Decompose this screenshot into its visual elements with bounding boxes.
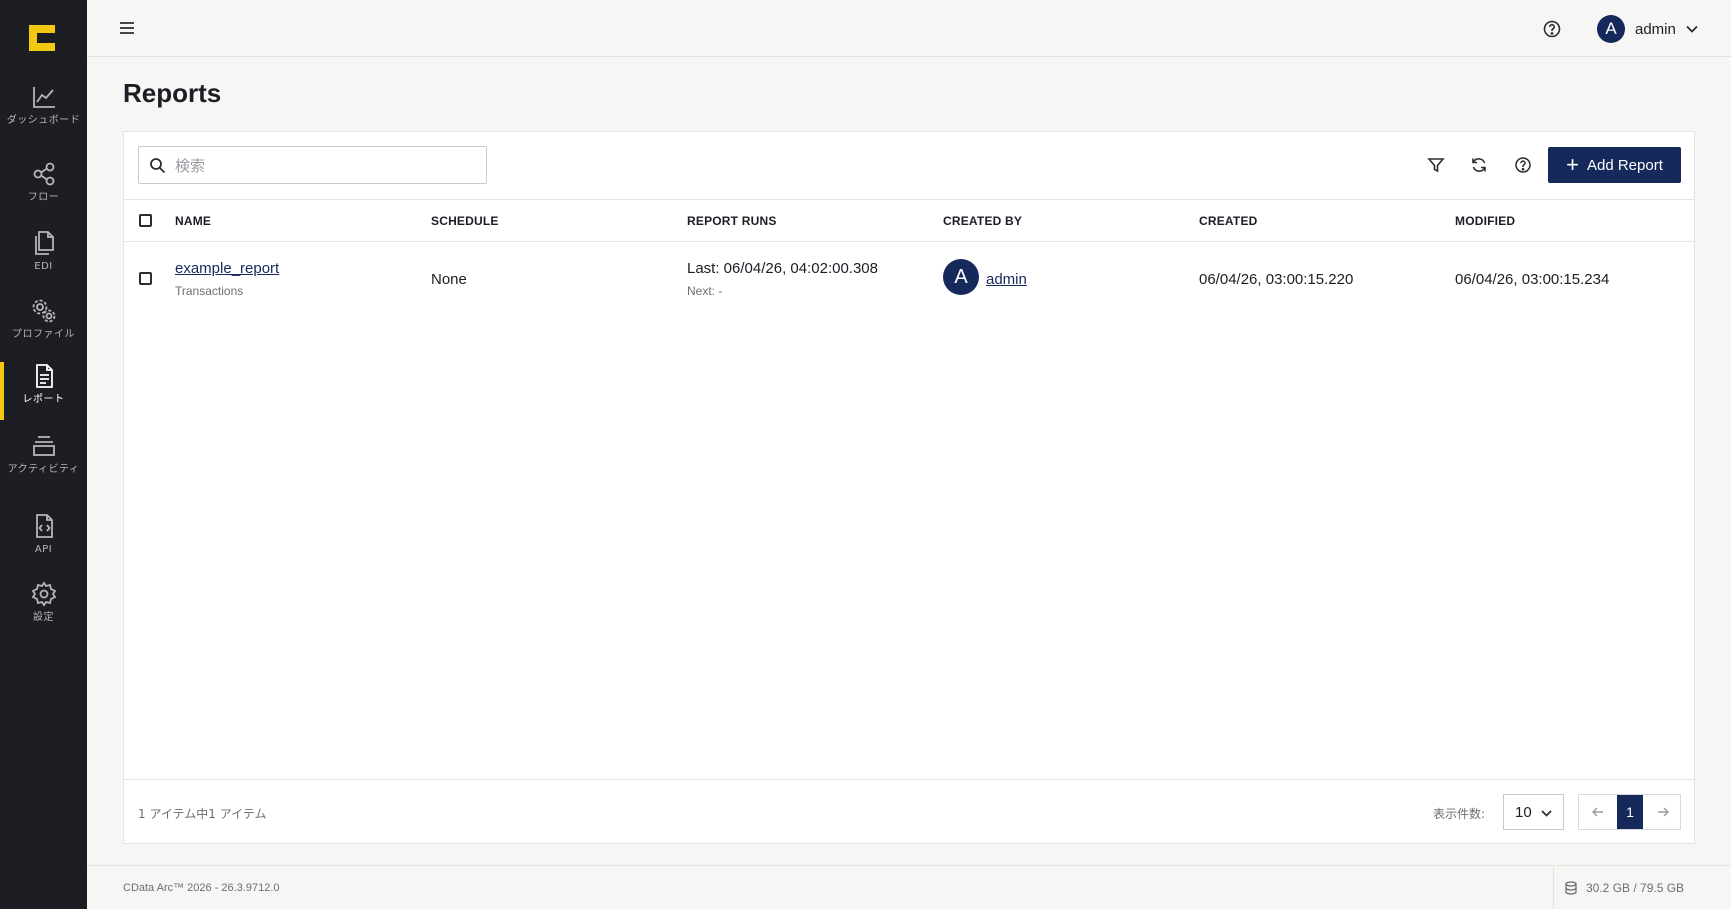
sidebar-item-label: レポート — [22, 394, 65, 405]
report-type: Transactions — [175, 284, 244, 298]
help-icon[interactable] — [1542, 19, 1562, 39]
api-file-icon — [35, 514, 53, 538]
user-menu[interactable]: A admin — [1597, 14, 1699, 44]
sidebar-item-settings[interactable]: 設定 — [0, 580, 87, 648]
report-file-icon — [35, 364, 53, 388]
database-icon — [1565, 881, 1577, 895]
help-icon[interactable] — [1514, 156, 1532, 174]
chevron-down-icon — [1686, 25, 1698, 33]
plus-icon: + — [1566, 152, 1579, 177]
sidebar-item-label: API — [34, 544, 53, 555]
storage-text: 30.2 GB / 79.5 GB — [1586, 881, 1685, 895]
per-page-label: 表示件数: — [1433, 807, 1486, 821]
sidebar-item-flows[interactable]: フロー — [0, 160, 87, 228]
user-avatar: A — [1597, 15, 1625, 43]
sidebar-item-label: プロファイル — [12, 329, 75, 340]
per-page-select[interactable]: 10 — [1503, 794, 1564, 830]
stack-icon — [32, 436, 55, 456]
arrow-right-icon — [1658, 807, 1670, 817]
row-checkbox[interactable] — [139, 272, 152, 285]
gear-icon — [31, 581, 56, 607]
sidebar-item-label: アクティビティ — [7, 464, 80, 475]
sidebar-item-label: 設定 — [33, 612, 54, 623]
sidebar-item-label: フロー — [27, 192, 60, 203]
search-icon — [150, 158, 166, 174]
reports-card: + Add Report NAME SCHEDULE REPORT RUNS C… — [123, 131, 1695, 844]
next-page-button[interactable] — [1646, 795, 1680, 829]
column-header-name[interactable]: NAME — [175, 214, 211, 228]
user-name: admin — [1635, 20, 1676, 38]
add-report-label: Add Report — [1586, 156, 1663, 174]
sidebar-item-label: ダッシュボード — [6, 115, 81, 126]
search-input[interactable] — [175, 155, 475, 177]
share-nodes-icon — [33, 162, 54, 186]
item-count: 1 アイテム中1 アイテム — [138, 807, 267, 821]
report-last-run: Last: 06/04/26, 04:02:00.308 — [687, 260, 878, 277]
version-text: CData Arc™ 2026 - 26.3.9712.0 — [123, 882, 280, 894]
sidebar-item-activity[interactable]: アクティビティ — [0, 432, 87, 500]
report-name-link[interactable]: example_report — [175, 260, 279, 277]
sidebar-item-reports[interactable]: レポート — [0, 362, 87, 430]
report-modified: 06/04/26, 03:00:15.234 — [1455, 271, 1610, 288]
column-header-modified[interactable]: MODIFIED — [1455, 214, 1515, 228]
status-bar: CData Arc™ 2026 - 26.3.9712.0 30.2 GB / … — [87, 865, 1731, 909]
top-bar: A admin — [87, 0, 1731, 57]
sidebar-item-dashboard[interactable]: ダッシュボード — [0, 83, 87, 151]
page-button-current[interactable]: 1 — [1617, 795, 1643, 829]
column-header-created-by[interactable]: CREATED BY — [943, 214, 1022, 228]
sidebar-item-api[interactable]: API — [0, 512, 87, 580]
documents-icon — [34, 231, 54, 255]
pagination-bar: 1 アイテム中1 アイテム 表示件数: 10 1 — [124, 779, 1694, 843]
column-header-created[interactable]: CREATED — [1199, 214, 1258, 228]
page-title: Reports — [123, 78, 222, 108]
column-header-report-runs[interactable]: REPORT RUNS — [687, 214, 777, 228]
chart-line-icon — [32, 87, 55, 108]
select-all-checkbox[interactable] — [139, 214, 152, 227]
table-header: NAME SCHEDULE REPORT RUNS CREATED BY CRE… — [124, 199, 1694, 242]
table-row: example_report Transactions None Last: 0… — [124, 242, 1694, 312]
creator-avatar: A — [943, 259, 979, 295]
refresh-icon[interactable] — [1470, 156, 1488, 174]
hamburger-menu-icon[interactable] — [118, 19, 136, 37]
chevron-down-icon — [1541, 810, 1552, 817]
per-page-value: 10 — [1515, 803, 1532, 821]
gears-icon — [32, 299, 55, 323]
pager: 1 — [1578, 794, 1681, 830]
arrow-left-icon — [1591, 807, 1603, 817]
creator-link[interactable]: admin — [986, 271, 1027, 288]
column-header-schedule[interactable]: SCHEDULE — [431, 214, 499, 228]
sidebar-item-edi[interactable]: EDI — [0, 229, 87, 297]
report-created: 06/04/26, 03:00:15.220 — [1199, 271, 1354, 288]
sidebar: ダッシュボード フロー EDI プロファイル レポート アクティビティ API … — [0, 0, 87, 909]
storage-info: 30.2 GB / 79.5 GB — [1553, 866, 1731, 909]
search-box[interactable] — [138, 146, 487, 184]
filter-icon[interactable] — [1427, 156, 1445, 174]
sidebar-item-label: EDI — [34, 261, 53, 272]
add-report-button[interactable]: + Add Report — [1548, 147, 1681, 183]
sidebar-item-profile[interactable]: プロファイル — [0, 297, 87, 365]
prev-page-button[interactable] — [1581, 795, 1615, 829]
cdata-logo-icon[interactable] — [27, 23, 57, 53]
report-next-run: Next: - — [687, 284, 723, 298]
report-schedule: None — [431, 271, 467, 288]
